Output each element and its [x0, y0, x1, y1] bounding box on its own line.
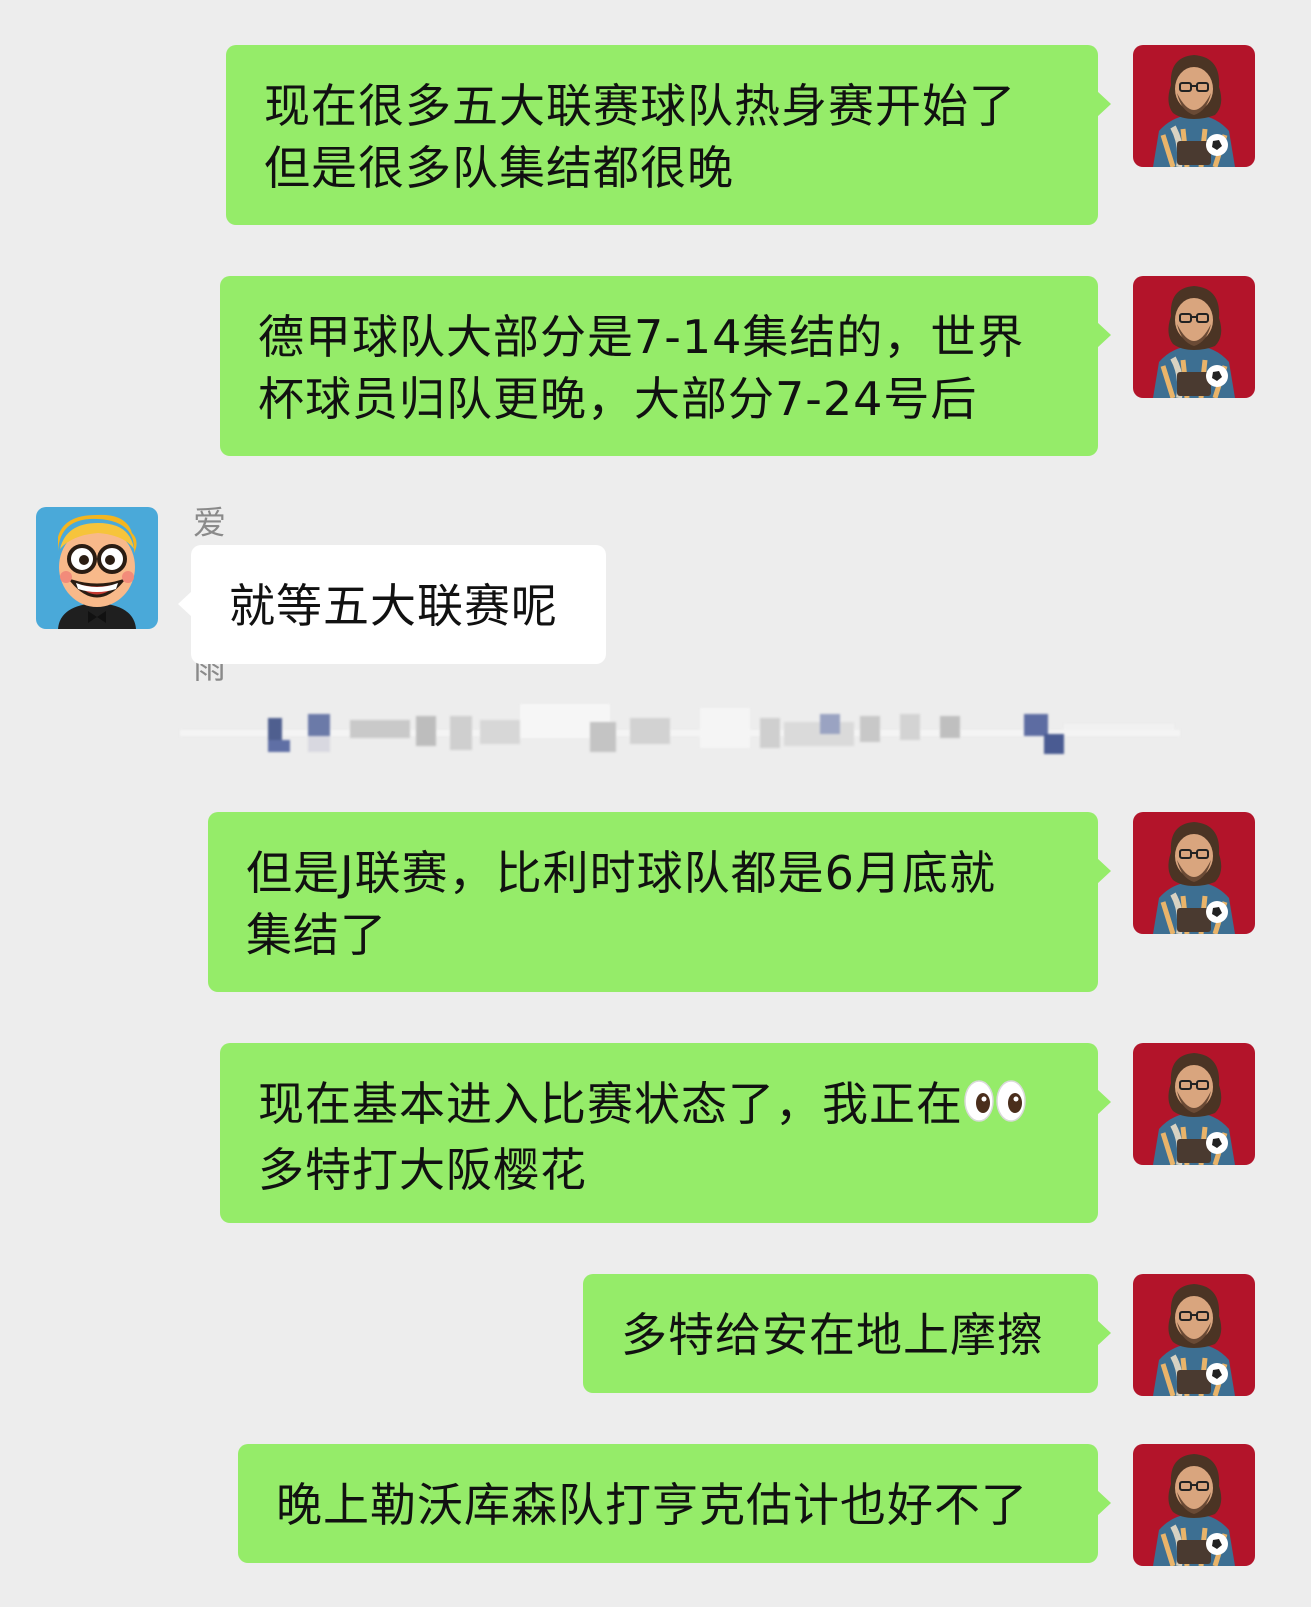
- eyes-emoji-icon: [963, 1077, 1027, 1139]
- man-with-football-avatar-icon[interactable]: [1133, 1274, 1255, 1396]
- man-with-football-avatar-icon[interactable]: [1133, 1043, 1255, 1165]
- man-with-football-avatar-icon[interactable]: [1133, 812, 1255, 934]
- message-text: 现在基本进入比赛状态了，我正在: [258, 1077, 963, 1131]
- man-with-football-avatar-icon[interactable]: [1133, 276, 1255, 398]
- message-text: 多特打大阪樱花: [258, 1142, 587, 1197]
- message-bubble[interactable]: 就等五大联赛呢: [178, 545, 606, 664]
- message-bubble[interactable]: 现在基本进入比赛状态了，我正在 多特打大阪樱花: [220, 1043, 1111, 1223]
- man-with-football-avatar-icon[interactable]: [1133, 1444, 1255, 1566]
- cartoon-boy-avatar-icon[interactable]: [36, 507, 158, 629]
- message-bubble[interactable]: 多特给安在地上摩擦: [583, 1274, 1111, 1393]
- message-bubble[interactable]: 德甲球队大部分是7-14集结的，世界 杯球员归队更晚，大部分7-24号后: [220, 276, 1111, 456]
- message-bubble[interactable]: 现在很多五大联赛球队热身赛开始了 但是很多队集结都很晚: [226, 45, 1111, 225]
- message-bubble[interactable]: 晚上勒沃库森队打亨克估计也好不了: [238, 1444, 1111, 1563]
- message-bubble[interactable]: 但是J联赛，比利时球队都是6月底就 集结了: [208, 812, 1111, 992]
- redacted-notice: [180, 700, 1190, 770]
- man-with-football-avatar-icon[interactable]: [1133, 45, 1255, 167]
